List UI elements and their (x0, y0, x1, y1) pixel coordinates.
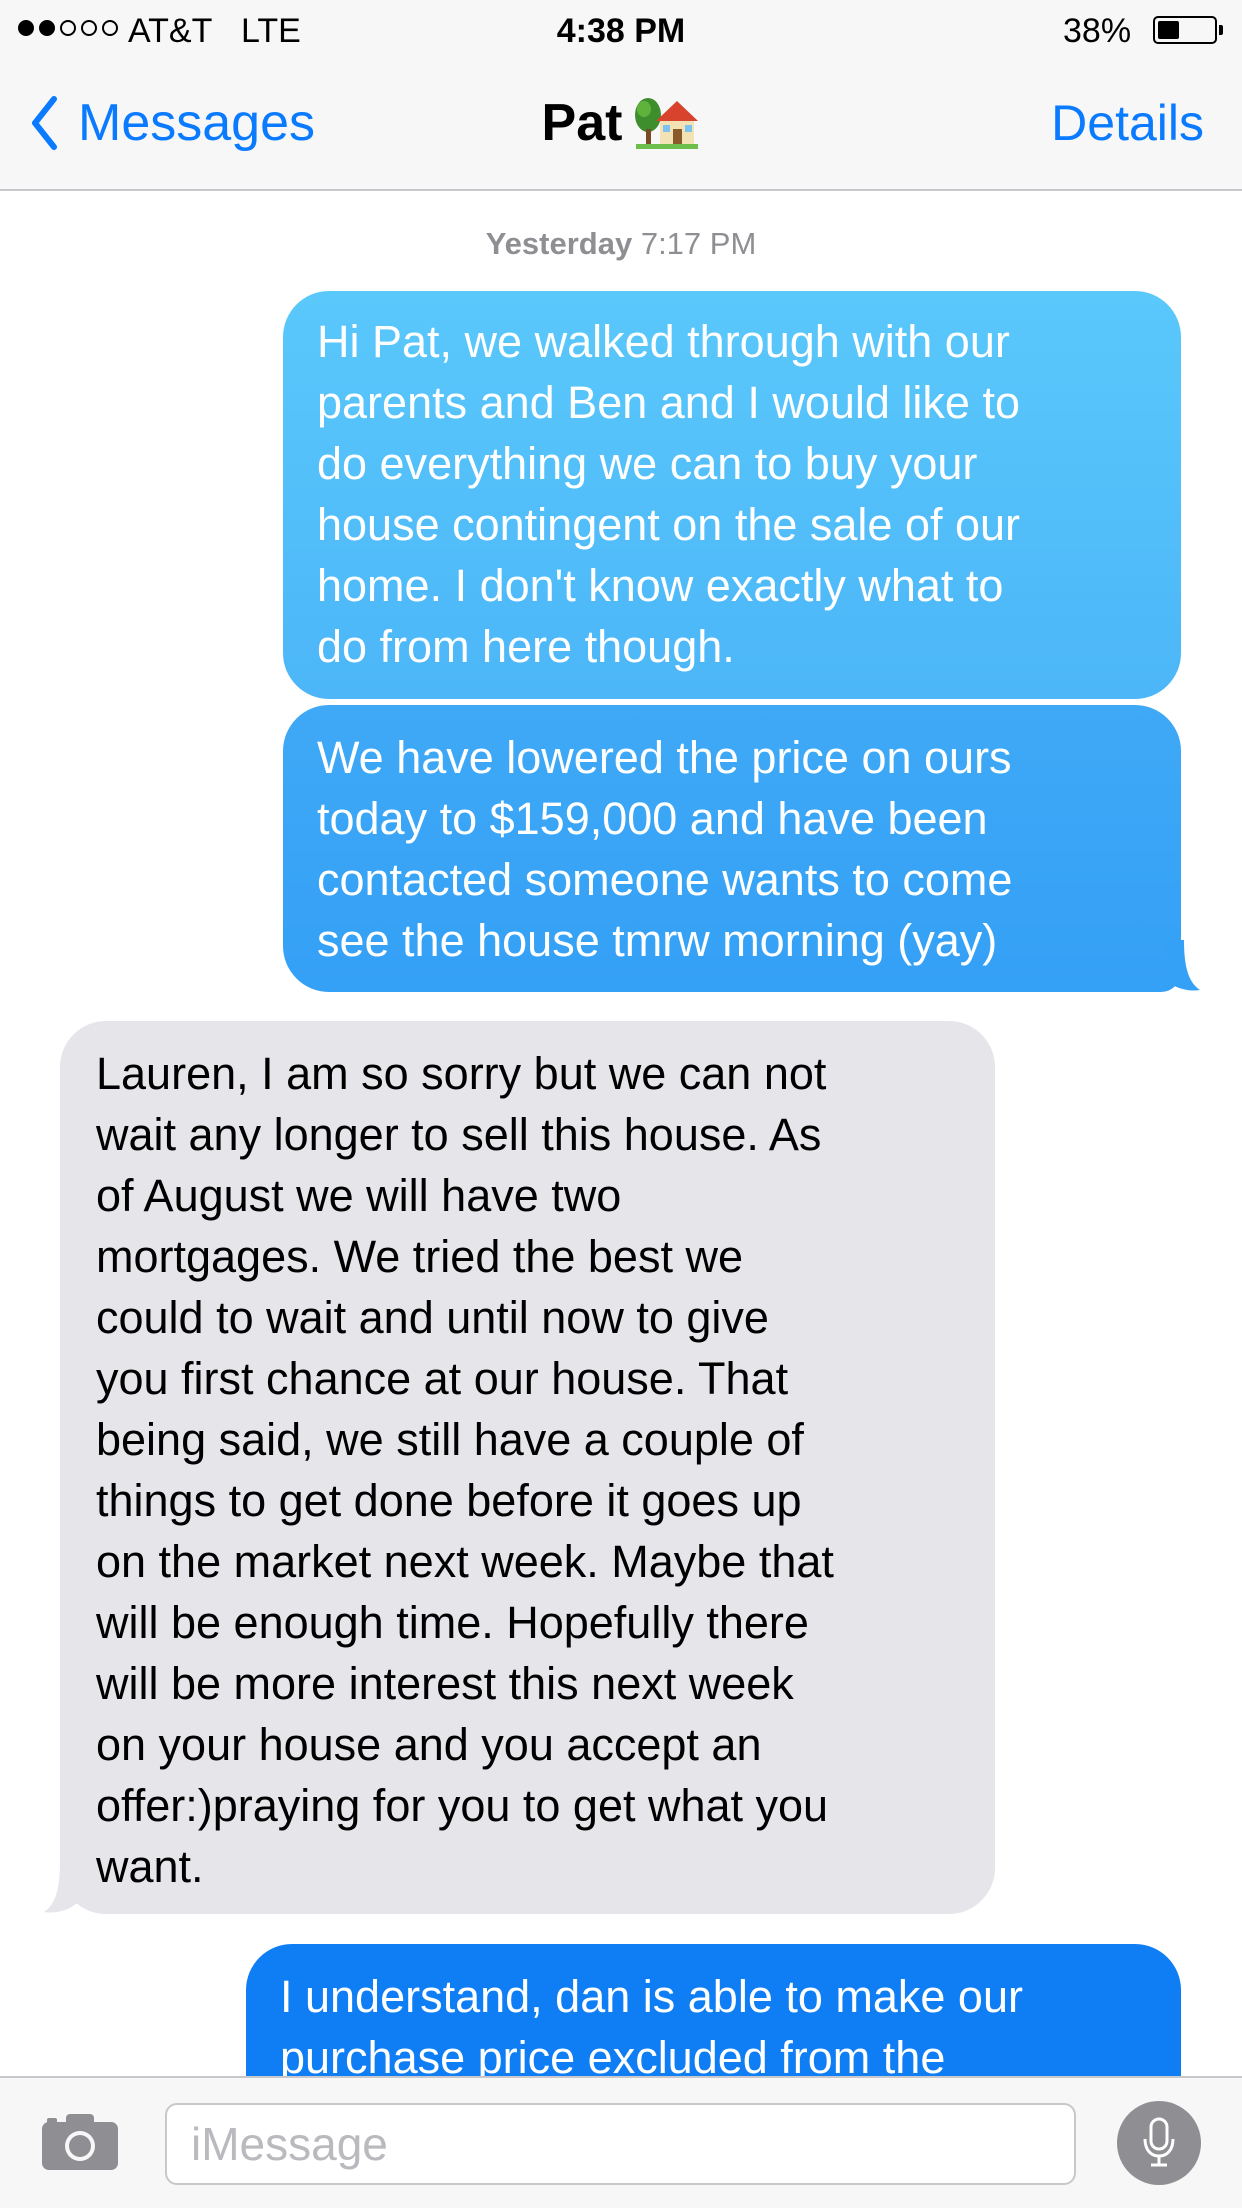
status-bar: AT&T LTE 4:38 PM 38% (0, 0, 1242, 62)
outgoing-message-bubble[interactable]: Hi Pat, we walked through with our paren… (283, 291, 1181, 699)
timestamp-time: 7:17 PM (640, 226, 757, 261)
contact-name: Pat (541, 94, 623, 152)
house-with-garden-icon (634, 93, 700, 151)
status-time: 4:38 PM (556, 12, 686, 50)
navigation-bar: Messages Pat Details (0, 62, 1242, 191)
message-input-bar (0, 2076, 1242, 2208)
outgoing-message-bubble[interactable]: We have lowered the price on ours today … (283, 705, 1181, 992)
microphone-icon (1143, 2117, 1175, 2167)
battery-icon (1153, 16, 1217, 44)
details-button[interactable]: Details (1051, 92, 1204, 154)
battery-tip (1219, 25, 1223, 35)
conversation-timestamp: Yesterday 7:17 PM (0, 226, 1242, 262)
timestamp-day: Yesterday (485, 226, 633, 261)
camera-button[interactable] (42, 2112, 118, 2175)
incoming-message-bubble[interactable]: Lauren, I am so sorry but we can not wai… (60, 1021, 995, 1914)
imessage-input[interactable] (165, 2103, 1076, 2185)
microphone-button[interactable] (1117, 2101, 1201, 2185)
camera-icon (42, 2114, 118, 2170)
battery-level-fill (1158, 21, 1179, 39)
outgoing-bubble-tail (1166, 940, 1200, 991)
battery-percent: 38% (1063, 12, 1132, 50)
